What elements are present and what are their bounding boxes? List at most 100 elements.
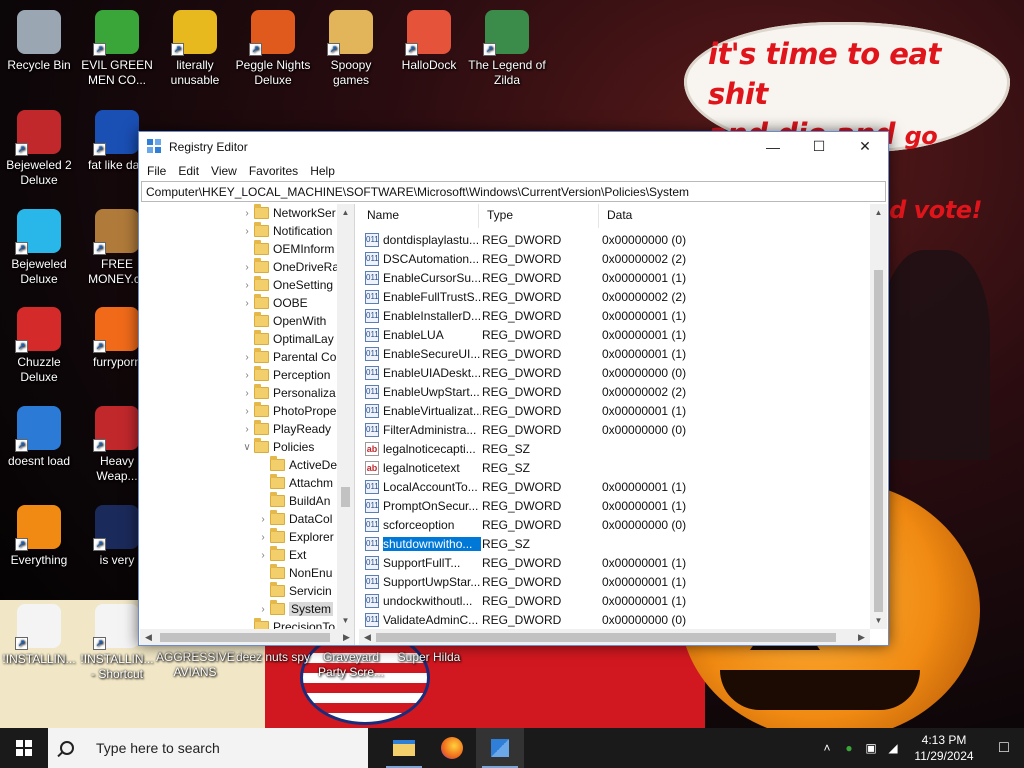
clock[interactable]: 4:13 PM 11/29/2024 [904,732,984,764]
tree-item[interactable]: OpenWith [240,312,326,330]
expand-chevron-icon[interactable]: › [240,388,254,399]
tree-item[interactable]: OptimalLay [240,330,334,348]
network-icon[interactable]: ▣ [860,741,882,755]
desktop-icon[interactable]: ↗ Everything [0,499,78,568]
value-row[interactable]: 011 EnableLUA REG_DWORD 0x00000001 (1) [365,325,686,344]
expand-chevron-icon[interactable]: › [256,514,270,525]
value-row[interactable]: 011 SupportFullT... REG_DWORD 0x00000001 (1… [365,553,686,572]
desktop-icon[interactable]: ↗ EVIL GREEN MEN CO... [78,4,156,88]
value-row[interactable]: 011 EnableSecureUI... REG_DWORD 0x00000001 … [365,344,686,363]
desktop-icon[interactable]: Recycle Bin [0,4,78,73]
desktop-icon[interactable]: ↗ Spoopy games [312,4,390,88]
expand-chevron-icon[interactable]: › [240,370,254,381]
column-name[interactable]: Name [359,204,479,228]
value-row[interactable]: ab legalnoticecapti... REG_SZ [365,439,530,458]
desktop-icon[interactable]: ↗ Bejeweled Deluxe [0,203,78,287]
taskbar-registry-editor[interactable] [476,728,524,768]
tree-item[interactable]: › Notification [240,222,332,240]
tree-item[interactable]: › Perception [240,366,330,384]
desktop-icon[interactable]: ↗ !INSTALLIN... [0,598,78,667]
expand-chevron-icon[interactable]: › [240,226,254,237]
value-row[interactable]: 011 EnableInstallerD... REG_DWORD 0x0000000… [365,306,686,325]
expand-chevron-icon[interactable]: › [240,352,254,363]
collapse-chevron-icon[interactable]: ∨ [240,442,254,453]
taskbar-file-explorer[interactable] [380,728,428,768]
scroll-thumb[interactable] [874,270,883,612]
scroll-thumb[interactable] [376,633,836,642]
menu-edit[interactable]: Edit [172,164,205,178]
expand-chevron-icon[interactable]: › [240,280,254,291]
scroll-thumb[interactable] [341,487,350,507]
taskbar-firefox[interactable] [428,728,476,768]
tree-item[interactable]: OEMInform [240,240,334,258]
expand-chevron-icon[interactable]: › [256,604,270,615]
desktop-icon[interactable]: ↗ literally unusable [156,4,234,88]
tree-item[interactable]: › PlayReady [240,420,331,438]
desktop-icon[interactable]: ↗ Chuzzle Deluxe [0,301,78,385]
address-bar[interactable]: Computer\HKEY_LOCAL_MACHINE\SOFTWARE\Mic… [141,181,886,202]
menu-file[interactable]: File [141,164,172,178]
close-button[interactable]: ✕ [842,132,888,161]
tree-item[interactable]: Servicin [256,582,332,600]
values-list[interactable]: Name Type Data 011 dontdisplaylastu... REG… [359,204,887,645]
value-row[interactable]: 011 scforceoption REG_DWORD 0x00000000 (0) [365,515,686,534]
column-data[interactable]: Data [599,204,870,228]
expand-chevron-icon[interactable]: › [256,550,270,561]
tree-item[interactable]: Attachm [256,474,333,492]
menu-view[interactable]: View [205,164,243,178]
chevron-up-icon[interactable]: ˄ [816,741,838,755]
value-row[interactable]: 011 ValidateAdminC... REG_DWORD 0x00000000 … [365,610,686,629]
expand-chevron-icon[interactable]: › [240,262,254,273]
value-row[interactable]: 011 dontdisplaylastu... REG_DWORD 0x0000000… [365,230,686,249]
tree-item[interactable]: NonEnu [256,564,332,582]
scroll-left-arrow-icon[interactable]: ◀ [359,632,376,643]
expand-chevron-icon[interactable]: › [240,424,254,435]
value-row[interactable]: 011 PromptOnSecur... REG_DWORD 0x00000001 (… [365,496,686,515]
tree-horizontal-scrollbar[interactable]: ◀ ▶ [140,629,354,645]
scroll-up-arrow-icon[interactable]: ▲ [337,204,354,221]
key-tree[interactable]: › NetworkSer › Notification OEMInform › OneDri… [140,204,355,645]
value-row[interactable]: 011 undockwithoutl... REG_DWORD 0x00000001 … [365,591,686,610]
tree-item[interactable]: › OneSetting [240,276,333,294]
tree-item[interactable]: › DataCol [256,510,332,528]
tree-vertical-scrollbar[interactable]: ▲ ▼ [337,204,354,629]
value-row[interactable]: 011 EnableUwpStart... REG_DWORD 0x00000002 … [365,382,686,401]
column-type[interactable]: Type [479,204,599,228]
maximize-button[interactable]: ☐ [796,132,842,161]
desktop-icon[interactable]: ↗ The Legend of Zilda [468,4,546,88]
scroll-left-arrow-icon[interactable]: ◀ [140,632,157,643]
tree-item[interactable]: ActiveDe [256,456,337,474]
scroll-right-arrow-icon[interactable]: ▶ [853,632,870,643]
value-row[interactable]: 011 shutdownwitho... REG_SZ [365,534,530,553]
user-status-icon[interactable]: ● [838,741,860,755]
value-row[interactable]: 011 EnableFullTrustS... REG_DWORD 0x0000000… [365,287,686,306]
value-row[interactable]: 011 EnableUIADeskt... REG_DWORD 0x00000000 … [365,363,686,382]
scroll-down-arrow-icon[interactable]: ▼ [337,612,354,629]
expand-chevron-icon[interactable]: › [256,532,270,543]
list-vertical-scrollbar[interactable]: ▲ ▼ [870,204,887,629]
scroll-right-arrow-icon[interactable]: ▶ [338,632,354,643]
menu-help[interactable]: Help [304,164,341,178]
tree-item[interactable]: ∨ Policies [240,438,314,456]
tree-item[interactable]: › Ext [256,546,306,564]
expand-chevron-icon[interactable]: › [240,208,254,219]
desktop-icon[interactable]: ↗ doesnt load [0,400,78,469]
value-row[interactable]: 011 EnableVirtualizat... REG_DWORD 0x000000… [365,401,686,420]
value-row[interactable]: ab legalnoticetext REG_SZ [365,458,530,477]
desktop-icon[interactable]: ↗ Peggle Nights Deluxe [234,4,312,88]
menu-favorites[interactable]: Favorites [243,164,304,178]
desktop-icon[interactable]: ↗ HalloDock [390,4,468,73]
title-bar[interactable]: Registry Editor — ☐ ✕ [139,132,888,161]
scroll-down-arrow-icon[interactable]: ▼ [870,612,887,629]
list-horizontal-scrollbar[interactable]: ◀ ▶ [359,629,870,645]
value-row[interactable]: 011 EnableCursorSu... REG_DWORD 0x00000001 … [365,268,686,287]
value-row[interactable]: 011 FilterAdministra... REG_DWORD 0x0000000… [365,420,686,439]
tree-item[interactable]: › Parental Co [240,348,336,366]
tree-item[interactable]: › OOBE [240,294,308,312]
scroll-thumb[interactable] [160,633,330,642]
tree-item[interactable]: BuildAn [256,492,330,510]
tree-item[interactable]: › NetworkSer [240,204,336,222]
tree-item[interactable]: › PhotoPrope [240,402,336,420]
notification-icon[interactable]: □ [984,739,1024,757]
value-row[interactable]: 011 SupportUwpStar... REG_DWORD 0x00000001 … [365,572,686,591]
